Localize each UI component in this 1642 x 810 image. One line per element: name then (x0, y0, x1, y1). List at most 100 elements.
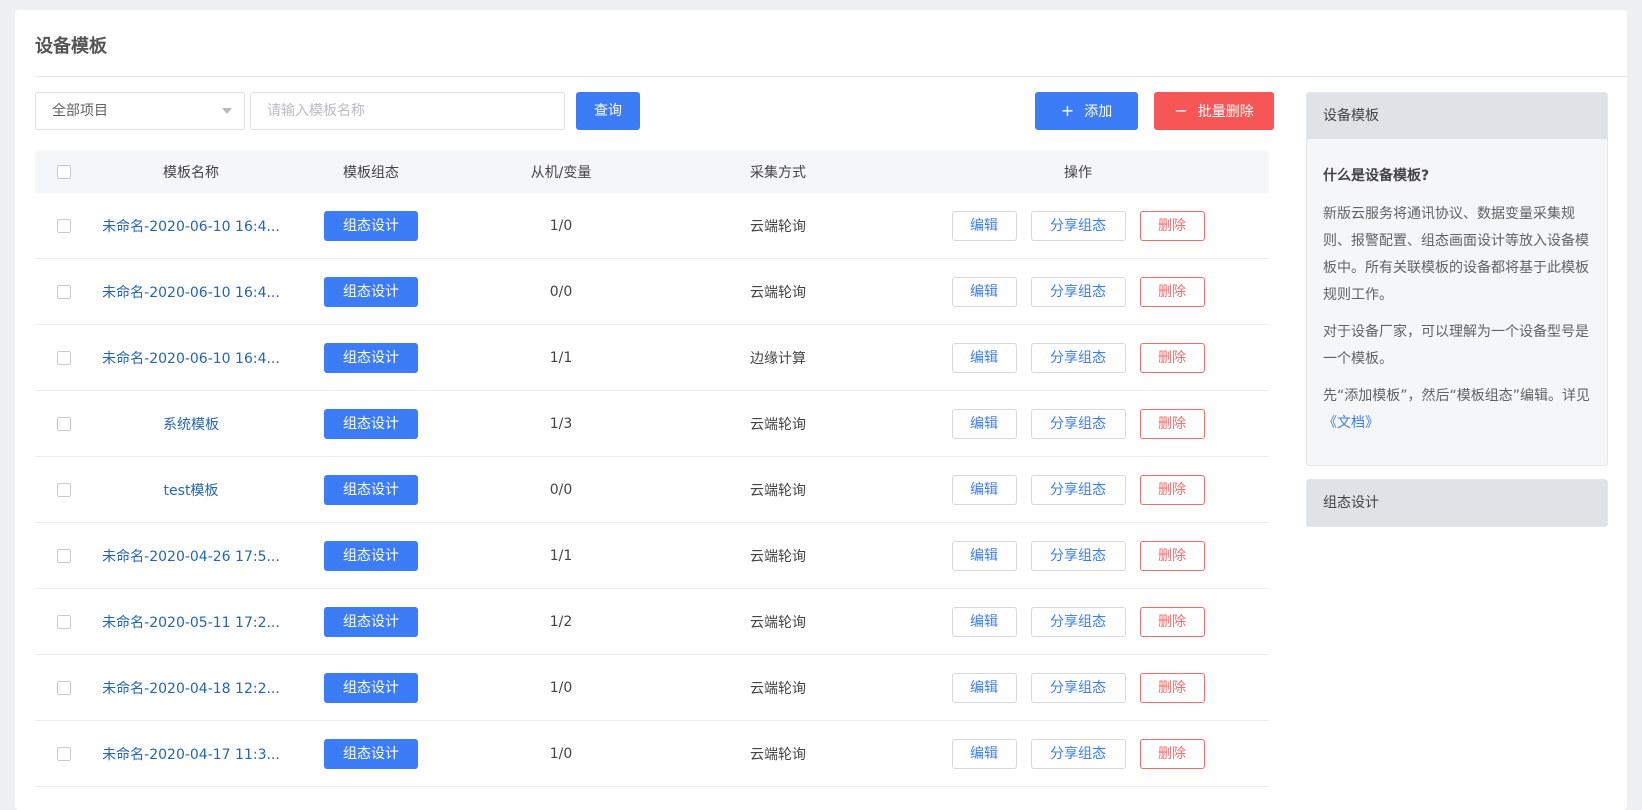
design-button[interactable]: 组态设计 (324, 474, 418, 505)
row-actions: 编辑 分享组态 删除 (951, 474, 1205, 505)
table-row: 未命名-2020-04-17 11:3... 组态设计 1/0 云端轮询 编辑 分享组态删… (35, 721, 1269, 787)
edit-button[interactable]: 编辑 (951, 408, 1017, 439)
batch-delete-label: 批量删除 (1197, 104, 1254, 120)
delete-button[interactable]: 删除 (1139, 474, 1205, 505)
query-button[interactable]: 查询 (576, 92, 640, 130)
help-panel-design[interactable]: 组态设计 (1306, 479, 1608, 527)
template-name-link[interactable]: 未命名-2020-05-11 17:2... (102, 612, 280, 632)
slave-variable-count: 1/2 (549, 613, 573, 630)
slave-variable-count: 1/1 (549, 547, 573, 564)
collection-mode: 云端轮询 (750, 416, 806, 433)
share-design-button[interactable]: 分享组态 (1030, 738, 1126, 769)
edit-button[interactable]: 编辑 (951, 474, 1017, 505)
template-name-link[interactable]: 未命名-2020-04-26 17:5... (102, 546, 280, 566)
table-row: 未命名-2020-04-26 17:5... 组态设计 1/1 云端轮询 编辑 分享组态删… (35, 523, 1269, 589)
share-design-button[interactable]: 分享组态 (1030, 606, 1126, 637)
header-name: 模板名称 (163, 164, 219, 181)
edit-button[interactable]: 编辑 (951, 606, 1017, 637)
row-checkbox[interactable] (57, 284, 71, 299)
help-panel-design-title: 组态设计 (1307, 480, 1607, 526)
row-actions: 编辑 分享组态 删除 (951, 342, 1205, 373)
template-name-link[interactable]: 未命名-2020-06-10 16:4... (102, 348, 280, 368)
table-header: 模板名称 模板组态 从机/变量 采集方式 操作 (35, 150, 1269, 193)
help-paragraph-3-text: 先“添加模板”，然后“模板组态”编辑。详见 (1323, 388, 1591, 404)
share-design-button[interactable]: 分享组态 (1030, 210, 1126, 241)
add-label: 添加 (1084, 104, 1113, 120)
delete-button[interactable]: 删除 (1139, 276, 1205, 307)
slave-variable-count: 1/1 (549, 349, 573, 366)
row-actions: 编辑 分享组态 删除 (951, 408, 1205, 439)
table-row: 未命名-2020-05-11 17:2... 组态设计 1/2 云端轮询 编辑 分享组态删… (35, 589, 1269, 655)
select-all-checkbox[interactable] (57, 164, 71, 179)
design-button[interactable]: 组态设计 (324, 408, 418, 439)
design-button[interactable]: 组态设计 (324, 342, 418, 373)
row-checkbox[interactable] (57, 482, 71, 497)
delete-button[interactable]: 删除 (1139, 408, 1205, 439)
design-button[interactable]: 组态设计 (324, 738, 418, 769)
collection-mode: 云端轮询 (750, 482, 806, 499)
edit-button[interactable]: 编辑 (951, 276, 1017, 307)
template-name-link[interactable]: 未命名-2020-06-10 16:4... (102, 216, 280, 236)
slave-variable-count: 1/0 (549, 217, 573, 234)
row-checkbox[interactable] (57, 548, 71, 563)
row-checkbox[interactable] (57, 680, 71, 695)
template-name-link[interactable]: test模板 (164, 480, 219, 500)
row-actions: 编辑 分享组态 删除 (951, 210, 1205, 241)
project-select[interactable]: 全部项目 (35, 92, 245, 130)
table-row: 未命名-2020-06-10 16:4... 组态设计 1/1 边缘计算 编辑 分享组态删… (35, 325, 1269, 391)
edit-button[interactable]: 编辑 (951, 342, 1017, 373)
doc-link[interactable]: 《文档》 (1323, 415, 1379, 431)
design-button[interactable]: 组态设计 (324, 540, 418, 571)
minus-icon: − (1174, 101, 1188, 120)
slave-variable-count: 0/0 (549, 283, 573, 300)
collection-mode: 云端轮询 (750, 680, 806, 697)
table-row: test模板 组态设计 0/0 云端轮询 编辑 分享组态 删除 (35, 457, 1269, 523)
slave-variable-count: 0/0 (549, 481, 573, 498)
share-design-button[interactable]: 分享组态 (1030, 342, 1126, 373)
row-checkbox[interactable] (57, 350, 71, 365)
design-button[interactable]: 组态设计 (324, 606, 418, 637)
table-row: 未命名-2020-06-10 16:4... 组态设计 1/0 云端轮询 编辑 分享组态删… (35, 193, 1269, 259)
template-name-link[interactable]: 未命名-2020-04-17 11:3... (102, 744, 280, 764)
row-checkbox[interactable] (57, 614, 71, 629)
share-design-button[interactable]: 分享组态 (1030, 540, 1126, 571)
slave-variable-count: 1/0 (549, 745, 573, 762)
title-divider (35, 76, 1627, 77)
edit-button[interactable]: 编辑 (951, 738, 1017, 769)
template-name-link[interactable]: 系统模板 (163, 414, 219, 434)
header-mode: 采集方式 (750, 164, 806, 181)
template-name-link[interactable]: 未命名-2020-06-10 16:4... (102, 282, 280, 302)
edit-button[interactable]: 编辑 (951, 210, 1017, 241)
row-checkbox[interactable] (57, 416, 71, 431)
template-search-input[interactable] (250, 92, 565, 130)
row-actions: 编辑 分享组态 删除 (951, 276, 1205, 307)
collection-mode: 云端轮询 (750, 548, 806, 565)
template-name-link[interactable]: 未命名-2020-04-18 12:2... (102, 678, 280, 698)
share-design-button[interactable]: 分享组态 (1030, 408, 1126, 439)
main-card: 设备模板 全部项目 查询 + 添加 −批量删除 模板名称 模板组态 从机/变量 采… (15, 10, 1627, 810)
share-design-button[interactable]: 分享组态 (1030, 276, 1126, 307)
table-row: 未命名-2020-06-10 16:4... 组态设计 0/0 云端轮询 编辑 分享组态删… (35, 259, 1269, 325)
design-button[interactable]: 组态设计 (324, 210, 418, 241)
delete-button[interactable]: 删除 (1139, 210, 1205, 241)
delete-button[interactable]: 删除 (1139, 606, 1205, 637)
delete-button[interactable]: 删除 (1139, 540, 1205, 571)
delete-button[interactable]: 删除 (1139, 342, 1205, 373)
collection-mode: 云端轮询 (750, 284, 806, 301)
design-button[interactable]: 组态设计 (324, 672, 418, 703)
share-design-button[interactable]: 分享组态 (1030, 672, 1126, 703)
delete-button[interactable]: 删除 (1139, 738, 1205, 769)
row-actions: 编辑 分享组态 删除 (951, 672, 1205, 703)
batch-delete-button[interactable]: − 批量删除 (1154, 92, 1274, 130)
row-checkbox[interactable] (57, 746, 71, 761)
edit-button[interactable]: 编辑 (951, 540, 1017, 571)
collection-mode: 云端轮询 (750, 218, 806, 235)
delete-button[interactable]: 删除 (1139, 672, 1205, 703)
help-question: 什么是设备模板? (1323, 168, 1430, 184)
share-design-button[interactable]: 分享组态 (1030, 474, 1126, 505)
add-button[interactable]: + 添加 (1035, 92, 1138, 130)
row-checkbox[interactable] (57, 218, 71, 233)
edit-button[interactable]: 编辑 (951, 672, 1017, 703)
design-button[interactable]: 组态设计 (324, 276, 418, 307)
row-actions: 编辑 分享组态 删除 (951, 606, 1205, 637)
